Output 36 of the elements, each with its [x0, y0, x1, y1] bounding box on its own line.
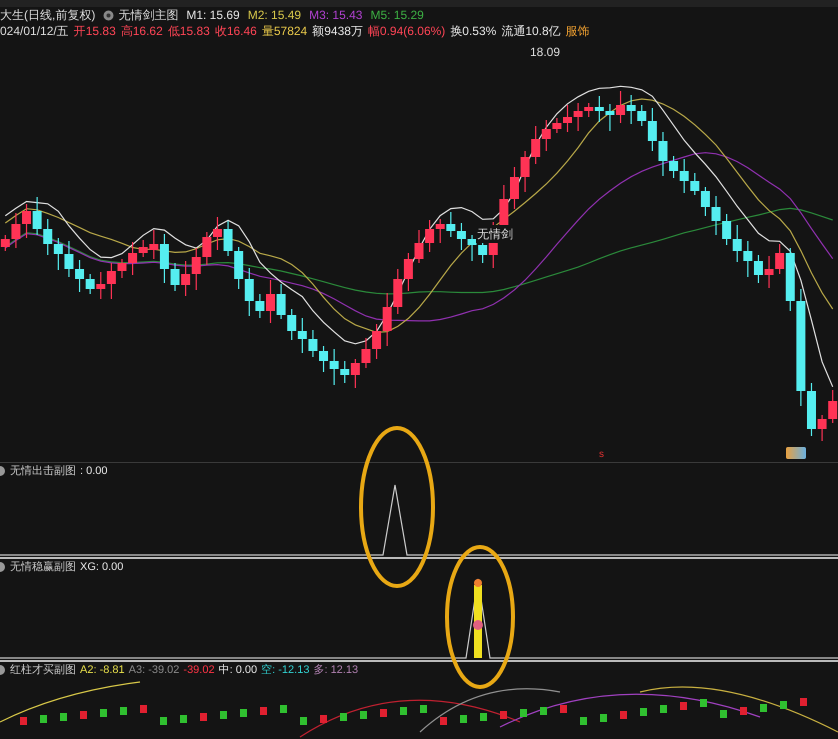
panel-reading: 多: 12.13: [313, 662, 358, 678]
high-price-label: 18.09: [530, 44, 560, 61]
panel-reading: : 0.00: [80, 464, 108, 479]
panel-reading: 中: 0.00: [218, 662, 258, 678]
panel-title: 无情出击副图: [10, 464, 76, 479]
indicator-name: 无情剑主图: [118, 7, 178, 24]
average-value: M1: 15.69: [186, 7, 240, 24]
quote-field: 低15.83: [168, 22, 210, 40]
security-title: 大生(日线,前复权): [0, 7, 96, 24]
marker-label: s: [599, 448, 604, 462]
quote-field: 换0.53%: [450, 22, 496, 40]
panel-icon[interactable]: [0, 562, 6, 572]
panel-title: 无情稳赢副图: [10, 560, 76, 575]
average-value: M2: 15.49: [248, 7, 302, 24]
quote-field: 高16.62: [120, 22, 163, 40]
signal-label: 无情剑: [476, 225, 514, 243]
average-value: M5: 15.29: [370, 7, 424, 24]
panel-reading: XG: 0.00: [80, 560, 124, 575]
panel-icon[interactable]: [0, 665, 6, 675]
quote-field: 开15.83: [74, 22, 116, 40]
panel-reading: A2: -8.81: [80, 662, 125, 678]
panel-reading: -39.02: [183, 662, 215, 678]
average-value: M3: 15.43: [309, 7, 362, 24]
quote-field: 额9438万: [312, 22, 363, 40]
quote-field: 流通10.8亿: [501, 22, 561, 40]
panel-reading: A3: -39.02: [128, 662, 180, 678]
indicator-icon[interactable]: [103, 10, 114, 20]
quote-field: 服饰: [566, 22, 590, 40]
quote-field: 收16.46: [214, 22, 257, 40]
panel-reading: 空: -12.13: [261, 662, 310, 678]
quote-field: 量57824: [262, 22, 308, 40]
report-badge-icon: [786, 447, 806, 459]
quote-field: 幅0.94(6.06%): [368, 22, 446, 40]
panel-icon[interactable]: [0, 466, 6, 476]
quote-date: 024/01/12/五: [0, 23, 69, 40]
panel-title: 红柱才买副图: [10, 662, 76, 678]
